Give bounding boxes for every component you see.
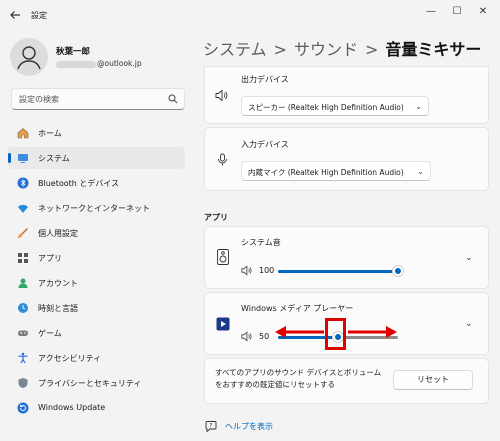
output-device-dropdown[interactable]: スピーカー (Realtek High Definition Audio) ⌄ bbox=[241, 96, 429, 116]
globe-clock-icon bbox=[18, 303, 28, 313]
account-icon bbox=[18, 278, 28, 288]
output-device-label: 出力デバイス bbox=[241, 75, 289, 84]
user-name: 秋葉一郎 bbox=[56, 47, 91, 57]
bluetooth-icon bbox=[17, 177, 29, 189]
shield-icon bbox=[18, 378, 28, 388]
back-arrow-icon bbox=[10, 11, 20, 19]
sidebar-item-accounts[interactable]: アカウント bbox=[8, 272, 185, 294]
help-icon: ? bbox=[205, 421, 217, 432]
breadcrumb-separator: > bbox=[364, 40, 379, 59]
breadcrumb-system[interactable]: システム bbox=[203, 40, 267, 59]
sidebar-item-personalization[interactable]: 個人用設定 bbox=[8, 222, 185, 244]
svg-text:?: ? bbox=[209, 423, 212, 430]
chevron-down-icon: ⌄ bbox=[417, 167, 424, 176]
chevron-down-icon[interactable]: ⌄ bbox=[465, 319, 473, 329]
apps-section-title: アプリ bbox=[204, 213, 228, 222]
output-device-card: 出力デバイス スピーカー (Realtek High Definition Au… bbox=[204, 66, 489, 124]
sidebar-item-accessibility[interactable]: アクセシビリティ bbox=[8, 347, 185, 369]
volume-icon bbox=[241, 265, 252, 276]
update-icon bbox=[17, 402, 29, 414]
accessibility-icon bbox=[18, 352, 28, 364]
sidebar-item-label: プライバシーとセキュリティ bbox=[38, 379, 142, 388]
close-button[interactable]: ✕ bbox=[472, 5, 494, 19]
media-player-volume-value: 50 bbox=[259, 332, 270, 341]
system-sounds-volume-value: 100 bbox=[259, 266, 275, 275]
app-title: 設定 bbox=[31, 11, 47, 20]
search-icon[interactable] bbox=[168, 94, 178, 104]
user-email-suffix: @outlook.jp bbox=[97, 59, 142, 68]
user-account[interactable]: 秋葉一郎 @outlook.jp bbox=[10, 38, 190, 78]
sidebar-item-windows-update[interactable]: Windows Update bbox=[8, 397, 185, 419]
microphone-icon bbox=[218, 153, 227, 166]
sidebar-item-label: 時刻と言語 bbox=[38, 304, 78, 313]
brush-icon bbox=[18, 228, 28, 238]
chevron-down-icon[interactable]: ⌄ bbox=[465, 253, 473, 263]
home-icon bbox=[17, 128, 29, 139]
page-title: 音量ミキサー bbox=[385, 40, 482, 59]
output-device-value: スピーカー (Realtek High Definition Audio) bbox=[248, 103, 404, 112]
media-player-icon bbox=[216, 317, 230, 331]
sidebar-item-label: 個人用設定 bbox=[38, 229, 78, 238]
slider-fill bbox=[278, 270, 398, 273]
chevron-down-icon: ⌄ bbox=[415, 102, 422, 111]
sidebar-item-label: アプリ bbox=[38, 254, 62, 263]
back-button[interactable] bbox=[8, 9, 22, 23]
settings-search[interactable]: 設定の検索 bbox=[11, 88, 185, 110]
sidebar-item-apps[interactable]: アプリ bbox=[8, 247, 185, 269]
sidebar-item-privacy[interactable]: プライバシーとセキュリティ bbox=[8, 372, 185, 394]
volume-icon bbox=[241, 331, 252, 342]
email-redaction bbox=[56, 60, 96, 68]
user-email: @outlook.jp bbox=[56, 59, 142, 68]
sidebar-item-label: ホーム bbox=[38, 129, 62, 138]
system-sounds-card[interactable]: システム音 100 ⌄ bbox=[204, 226, 489, 289]
breadcrumb: システム > サウンド > 音量ミキサー bbox=[203, 36, 481, 60]
person-icon bbox=[17, 46, 41, 70]
reset-button[interactable]: リセット bbox=[393, 370, 473, 390]
search-input[interactable]: 設定の検索 bbox=[19, 94, 59, 105]
input-device-card: 入力デバイス 内蔵マイク (Realtek High Definition Au… bbox=[204, 127, 489, 191]
sidebar-item-label: Windows Update bbox=[38, 403, 106, 412]
sidebar-item-system[interactable]: システム bbox=[8, 147, 185, 169]
maximize-button[interactable]: ☐ bbox=[446, 5, 468, 19]
title-bar: 設定 — ☐ ✕ bbox=[0, 0, 500, 32]
speaker-device-icon bbox=[217, 249, 229, 265]
sidebar-item-label: Bluetooth とデバイス bbox=[38, 179, 120, 188]
slider-thumb[interactable] bbox=[393, 266, 403, 276]
sidebar-item-label: アクセシビリティ bbox=[38, 354, 102, 363]
annotation-arrow-right-icon bbox=[348, 326, 397, 338]
sidebar-item-gaming[interactable]: ゲーム bbox=[8, 322, 185, 344]
wifi-icon bbox=[18, 204, 28, 213]
sidebar-item-label: ゲーム bbox=[38, 329, 62, 338]
media-player-label: Windows メディア プレーヤー bbox=[241, 304, 354, 313]
monitor-icon bbox=[18, 154, 28, 163]
reset-description: すべてのアプリのサウンド デバイスとボリュームをおすすめの既定値にリセットする bbox=[215, 368, 382, 389]
breadcrumb-sound[interactable]: サウンド bbox=[294, 40, 358, 59]
help-label: ヘルプを表示 bbox=[225, 422, 273, 431]
system-sounds-label: システム音 bbox=[241, 238, 281, 247]
minimize-button[interactable]: — bbox=[420, 5, 442, 19]
annotation-arrow-left-icon bbox=[275, 326, 324, 338]
apps-icon bbox=[18, 253, 28, 263]
sidebar-item-time-language[interactable]: 時刻と言語 bbox=[8, 297, 185, 319]
breadcrumb-separator: > bbox=[273, 40, 287, 59]
sidebar-item-label: ネットワークとインターネット bbox=[38, 204, 150, 213]
sidebar-item-bluetooth[interactable]: Bluetooth とデバイス bbox=[8, 172, 185, 194]
speaker-icon bbox=[215, 89, 228, 102]
sidebar-item-network[interactable]: ネットワークとインターネット bbox=[8, 197, 185, 219]
sidebar-item-home[interactable]: ホーム bbox=[8, 122, 185, 144]
sidebar-item-label: システム bbox=[38, 154, 70, 163]
input-device-dropdown[interactable]: 内蔵マイク (Realtek High Definition Audio) ⌄ bbox=[241, 161, 431, 181]
gamepad-icon bbox=[18, 330, 28, 336]
media-player-card[interactable]: Windows メディア プレーヤー 50 ⌄ bbox=[204, 292, 489, 355]
sidebar-item-label: アカウント bbox=[38, 279, 78, 288]
avatar bbox=[10, 38, 48, 76]
input-device-label: 入力デバイス bbox=[241, 140, 289, 149]
input-device-value: 内蔵マイク (Realtek High Definition Audio) bbox=[248, 168, 404, 177]
annotation-highlight-box bbox=[325, 318, 346, 350]
